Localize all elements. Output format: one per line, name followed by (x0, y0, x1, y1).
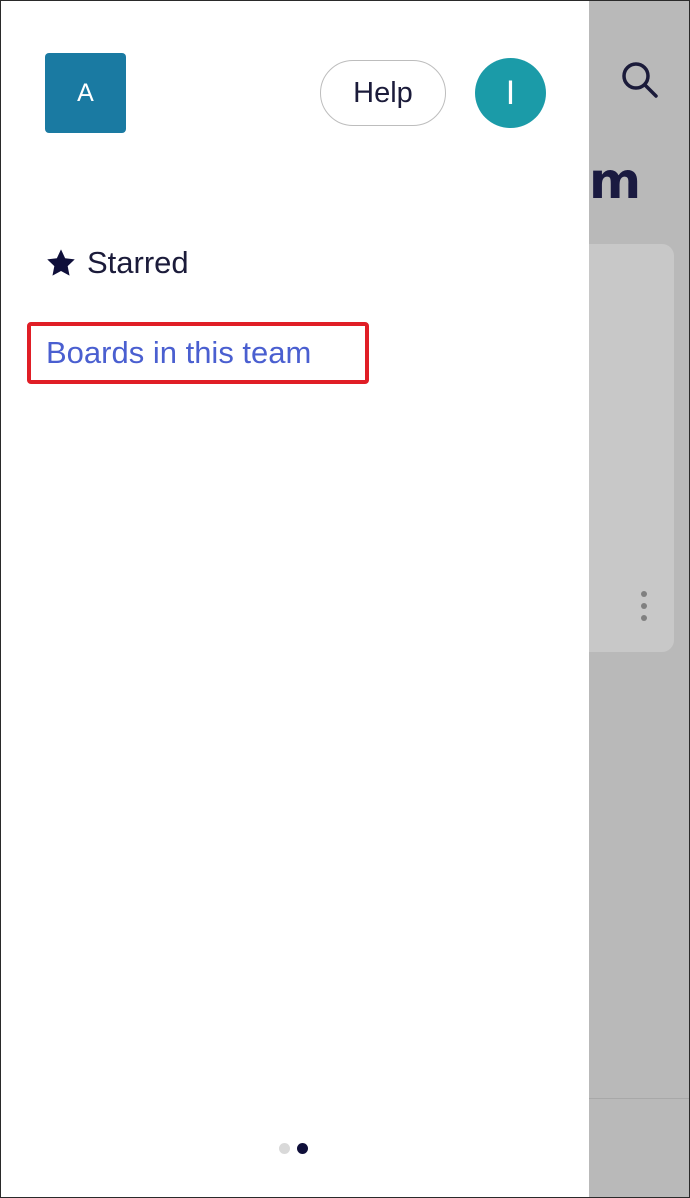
background-page-title: m (589, 152, 642, 210)
nav-item-starred-label: Starred (87, 245, 189, 280)
more-vertical-icon[interactable] (637, 591, 651, 627)
page-indicator (279, 1143, 308, 1154)
user-avatar[interactable]: I (475, 58, 546, 128)
nav-item-starred[interactable]: Starred (45, 241, 189, 285)
workspace-avatar[interactable]: A (45, 53, 126, 133)
page-dot-active[interactable] (297, 1143, 308, 1154)
help-button[interactable]: Help (320, 60, 446, 126)
search-icon[interactable] (619, 59, 661, 101)
page-dot[interactable] (279, 1143, 290, 1154)
app-screen: m A Help I Starred Boards in this team (0, 0, 690, 1198)
background-divider (589, 1098, 689, 1099)
nav-item-boards-in-team[interactable]: Boards in this team (46, 331, 311, 375)
navigation-drawer: A Help I Starred Boards in this team (1, 1, 589, 1197)
star-icon (47, 249, 75, 276)
